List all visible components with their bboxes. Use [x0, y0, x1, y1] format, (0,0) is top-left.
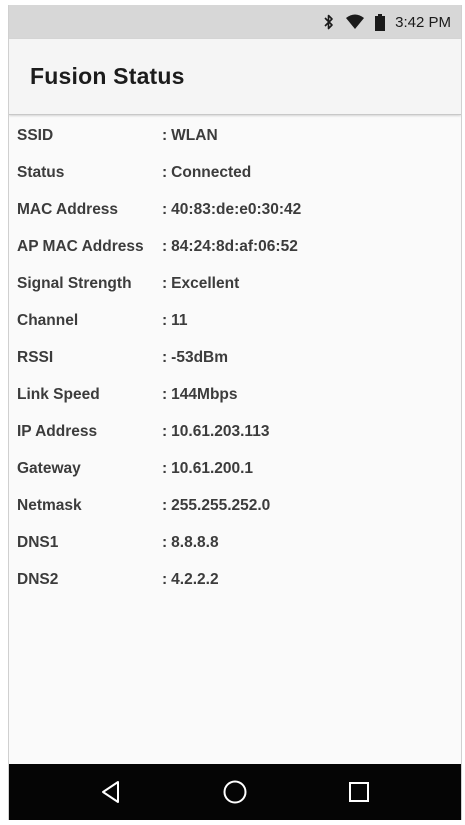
status-bar: 3:42 PM	[9, 5, 461, 39]
row-label: IP Address	[17, 422, 98, 440]
row-value: : -53dBm	[162, 349, 228, 367]
home-icon	[223, 780, 247, 804]
row-separator: :	[162, 200, 168, 218]
row-separator: :	[162, 126, 168, 144]
row-value-text: 10.61.200.1	[171, 459, 254, 477]
row-value: :11	[162, 312, 188, 330]
row-value-text: 11	[171, 311, 188, 329]
status-row-ap-mac-address: AP MAC Address :84:24:8d:af:06:52	[9, 228, 461, 265]
row-value: :10.61.200.1	[162, 460, 253, 478]
row-label: Netmask	[17, 496, 82, 514]
row-label: Link Speed	[17, 385, 100, 403]
battery-icon	[375, 13, 386, 31]
row-value-text: 144Mbps	[171, 385, 238, 403]
row-value-text: 255.255.252.0	[171, 496, 271, 514]
row-separator: :	[162, 570, 168, 588]
status-list: SSID : WLAN Status : Connected MAC Address…	[9, 117, 461, 598]
row-separator: :	[162, 422, 168, 440]
device-screen: 3:42 PM Fusion Status SSID : WLAN Status …	[8, 5, 462, 820]
row-value-text: 10.61.203.113	[171, 422, 270, 440]
status-row-status: Status : Connected	[9, 154, 461, 191]
status-row-mac-address: MAC Address :40:83:de:e0:30:42	[9, 191, 461, 228]
row-label: DNS2	[17, 570, 59, 588]
status-row-channel: Channel :11	[9, 302, 461, 339]
row-label: Status	[17, 163, 65, 181]
status-row-dns2: DNS2 :4.2.2.2	[9, 561, 461, 598]
row-separator: :	[162, 237, 168, 255]
row-value: :144Mbps	[162, 386, 238, 404]
row-label: AP MAC Address	[17, 237, 144, 255]
row-separator: :	[162, 496, 168, 514]
wifi-icon	[345, 14, 365, 30]
status-row-netmask: Netmask :255.255.252.0	[9, 487, 461, 524]
status-row-dns1: DNS1 :8.8.8.8	[9, 524, 461, 561]
row-value-text: Connected	[171, 163, 252, 181]
row-value: : Excellent	[162, 275, 239, 293]
status-time: 3:42 PM	[395, 13, 451, 31]
row-value-text: 84:24:8d:af:06:52	[171, 237, 298, 255]
row-value: :255.255.252.0	[162, 497, 270, 515]
status-row-gateway: Gateway :10.61.200.1	[9, 450, 461, 487]
bluetooth-icon	[323, 14, 335, 30]
row-separator: :	[162, 348, 168, 366]
status-row-signal-strength: Signal Strength : Excellent	[9, 265, 461, 302]
row-label: SSID	[17, 126, 54, 144]
status-row-ip-address: IP Address :10.61.203.113	[9, 413, 461, 450]
row-separator: :	[162, 163, 168, 181]
row-value-text: 8.8.8.8	[171, 533, 219, 551]
row-label: RSSI	[17, 348, 54, 366]
row-label: Gateway	[17, 459, 81, 477]
row-label: Channel	[17, 311, 79, 329]
navigation-bar	[9, 764, 461, 820]
row-separator: :	[162, 274, 168, 292]
app-bar: Fusion Status	[9, 39, 461, 115]
row-label: MAC Address	[17, 200, 119, 218]
recents-button[interactable]	[329, 770, 389, 814]
row-label: Signal Strength	[17, 274, 132, 292]
row-value-text: Excellent	[171, 274, 240, 292]
row-separator: :	[162, 459, 168, 477]
row-value-text: -53dBm	[171, 348, 229, 366]
recents-icon	[349, 782, 369, 802]
back-button[interactable]	[81, 770, 141, 814]
home-button[interactable]	[205, 770, 265, 814]
row-separator: :	[162, 385, 168, 403]
row-separator: :	[162, 311, 168, 329]
row-value: : Connected	[162, 164, 251, 182]
status-row-rssi: RSSI : -53dBm	[9, 339, 461, 376]
row-separator: :	[162, 533, 168, 551]
back-icon	[102, 781, 119, 803]
row-value: :84:24:8d:af:06:52	[162, 238, 298, 256]
row-value-text: WLAN	[171, 126, 218, 144]
status-row-link-speed: Link Speed :144Mbps	[9, 376, 461, 413]
row-value: :8.8.8.8	[162, 534, 219, 552]
row-label: DNS1	[17, 533, 59, 551]
row-value-text: 4.2.2.2	[171, 570, 219, 588]
row-value: :40:83:de:e0:30:42	[162, 201, 301, 219]
row-value: :10.61.203.113	[162, 423, 269, 441]
status-row-ssid: SSID : WLAN	[9, 117, 461, 154]
page-title: Fusion Status	[30, 63, 185, 89]
row-value: :4.2.2.2	[162, 571, 219, 589]
row-value-text: 40:83:de:e0:30:42	[171, 200, 302, 218]
row-value: : WLAN	[162, 127, 218, 145]
